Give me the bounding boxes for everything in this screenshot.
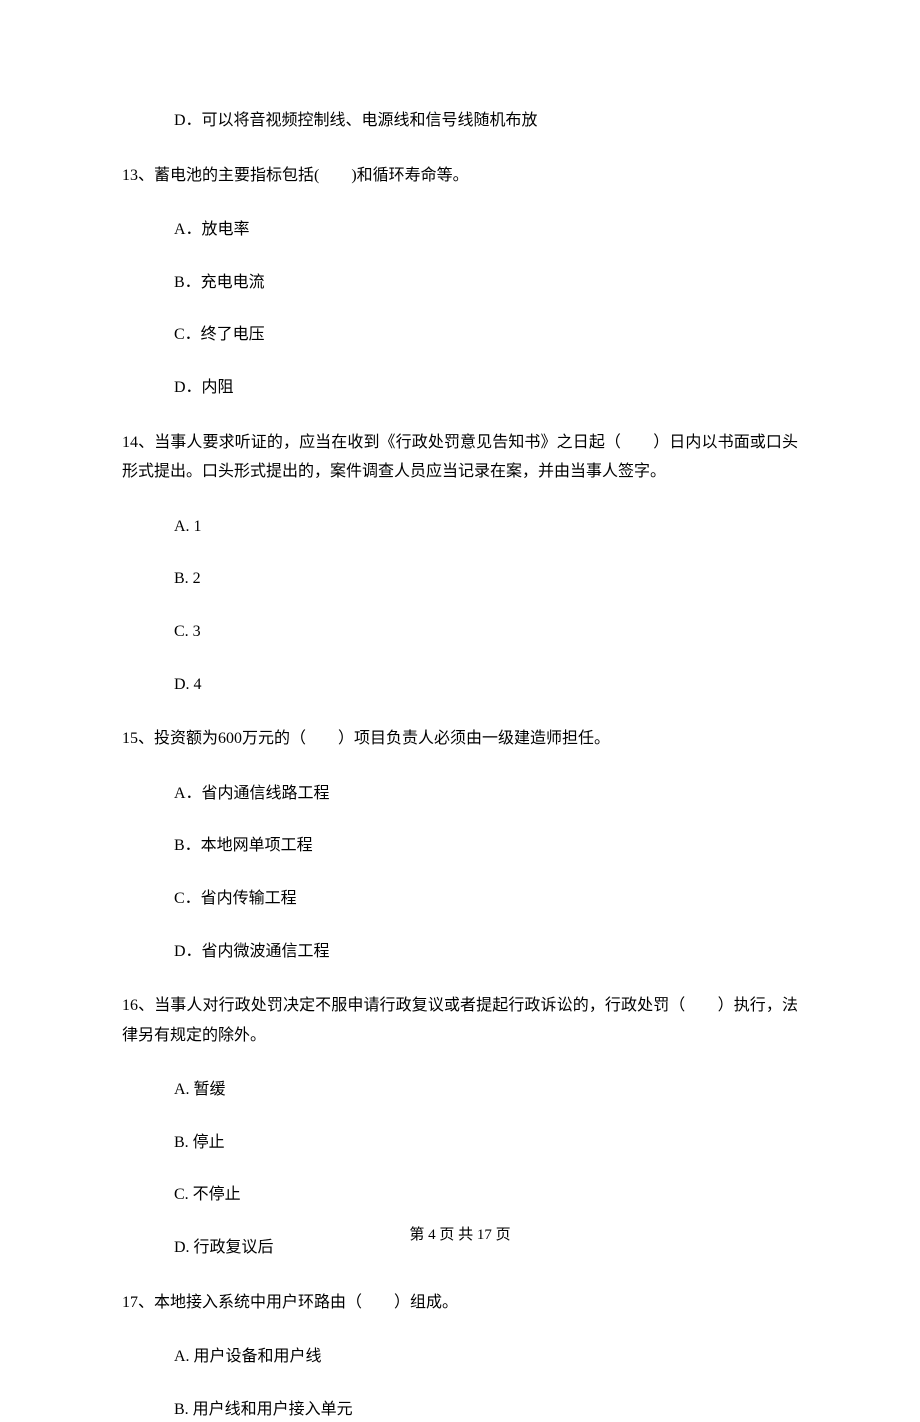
option-13-a: A．放电率: [122, 217, 798, 243]
option-15-c: C．省内传输工程: [122, 886, 798, 912]
option-d-random: D．可以将音视频控制线、电源线和信号线随机布放: [122, 108, 798, 134]
option-14-a: A. 1: [122, 514, 798, 540]
option-17-a: A. 用户设备和用户线: [122, 1344, 798, 1370]
option-16-c: C. 不停止: [122, 1182, 798, 1208]
option-16-b: B. 停止: [122, 1130, 798, 1156]
option-15-b: B．本地网单项工程: [122, 833, 798, 859]
option-14-d: D. 4: [122, 672, 798, 698]
option-17-b: B. 用户线和用户接入单元: [122, 1397, 798, 1422]
question-16: 16、当事人对行政处罚决定不服申请行政复议或者提起行政诉讼的，行政处罚（ ）执行…: [122, 991, 798, 1050]
question-14: 14、当事人要求听证的，应当在收到《行政处罚意见告知书》之日起（ ）日内以书面或…: [122, 428, 798, 487]
option-13-d: D．内阻: [122, 375, 798, 401]
question-17: 17、本地接入系统中用户环路由（ ）组成。: [122, 1288, 798, 1318]
option-13-b: B．充电电流: [122, 270, 798, 296]
question-13: 13、蓄电池的主要指标包括( )和循环寿命等。: [122, 161, 798, 191]
question-15: 15、投资额为600万元的（ ）项目负责人必须由一级建造师担任。: [122, 724, 798, 754]
option-13-c: C．终了电压: [122, 322, 798, 348]
option-15-d: D．省内微波通信工程: [122, 939, 798, 965]
option-15-a: A．省内通信线路工程: [122, 781, 798, 807]
option-16-a: A. 暂缓: [122, 1077, 798, 1103]
page-footer: 第 4 页 共 17 页: [0, 1223, 920, 1244]
option-14-b: B. 2: [122, 566, 798, 592]
option-14-c: C. 3: [122, 619, 798, 645]
page-content: D．可以将音视频控制线、电源线和信号线随机布放 13、蓄电池的主要指标包括( )…: [0, 0, 920, 1422]
